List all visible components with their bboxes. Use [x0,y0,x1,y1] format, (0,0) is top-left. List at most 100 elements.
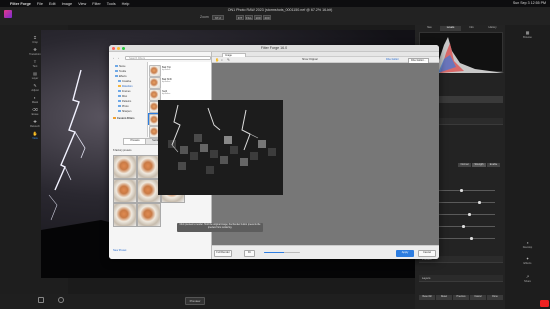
module-develop[interactable]: ◑ Develop [505,240,550,249]
tree-item-selected[interactable]: Distortion [118,85,133,88]
hand-tool-icon[interactable]: ✋ [215,58,219,62]
zoom-100-button[interactable]: 100 [254,14,262,20]
filter-editor-link[interactable]: Filter Editor [386,58,399,61]
menubar-clock: Sun Sep 3 12:55 PM [512,1,546,5]
eraser-icon: ⌫ [32,107,38,112]
slider-knob-4[interactable] [462,225,465,228]
crop-icon: ⌗ [33,35,37,40]
preset-thumbnail[interactable] [113,203,137,227]
video-logo-icon [540,300,549,307]
tree-item[interactable]: Sharpen [118,110,131,113]
menu-app-name[interactable]: Filter Forge [10,2,31,6]
menu-file[interactable]: File [37,2,43,6]
preset-thumbnail[interactable] [113,155,137,179]
tab-history[interactable]: History [482,26,503,31]
tree-item[interactable]: Stone [115,65,126,68]
on1-app-icon [4,10,12,18]
eyedropper-icon[interactable]: ✎ [227,58,230,62]
compare-icon[interactable] [38,297,44,303]
panel-bottom-buttons: Reset All Reset Previous Cancel Done [419,295,503,300]
module-effects[interactable]: ✦ Effects [505,256,550,265]
panel-tabs: Nav Levels Info History [419,26,503,31]
zoom-fit-dropdown[interactable]: Fit [244,250,255,257]
hand-icon: ✋ [32,131,38,136]
tree-item[interactable]: Patterns [118,100,131,103]
tree-item[interactable]: Textile [115,70,126,73]
module-rail [505,25,550,309]
menu-image[interactable]: Image [62,2,73,6]
close-window-icon[interactable] [112,47,115,50]
render-mode-button[interactable]: Full Render [214,250,232,257]
slider-track-5[interactable] [430,238,495,239]
preset-thumbnail[interactable] [113,179,137,203]
filter-search-input[interactable]: Search Filters [125,56,211,60]
reset-all-button[interactable]: Reset All [419,295,435,300]
presets-count-label: 8 factory presets [113,149,132,152]
done-button[interactable]: Done [487,295,503,300]
preview-info-note: Click preview to render. Hold the origin… [177,223,263,232]
preview-button[interactable]: Preview [185,297,205,305]
apply-button[interactable]: Apply [396,250,414,257]
filter-preview-image[interactable] [158,100,283,195]
text-icon: T [33,59,37,64]
slider-track-2[interactable] [430,202,495,203]
slider-track-1[interactable] [430,190,495,191]
zoom-200-button[interactable]: 200 [263,14,271,20]
blend-mode-normal[interactable]: Normal [458,163,471,167]
minimize-window-icon[interactable] [117,47,120,50]
strength-button[interactable]: Strength [472,163,486,167]
layers-section-header[interactable]: Layers [419,275,503,282]
show-original-button[interactable]: Show Original [302,58,318,61]
brush-icon: ✎ [33,83,37,88]
filterforge-title: Filter Forge 16.0 [260,46,288,50]
menu-tools[interactable]: Tools [107,2,116,6]
tab-nav[interactable]: Nav [419,26,440,31]
menu-edit[interactable]: Edit [49,2,56,6]
reset-button[interactable]: Reset [436,295,452,300]
filterforge-dialog: Filter Forge 16.0 ‹ › Search Filters Sto… [109,45,439,259]
new-preset-link[interactable]: New Preset [113,249,126,252]
dialog-bottom-bar: Full Render Fit Apply Cancel [212,245,439,259]
tree-item[interactable]: Photo [118,105,129,108]
module-share[interactable]: ↗ Share [505,274,550,283]
menu-bar: Filter Forge File Edit Image View Filter… [0,0,550,7]
tree-item[interactable]: Effects [115,75,127,78]
menu-view[interactable]: View [78,2,86,6]
zoom-fit-button[interactable]: FIT [236,14,244,20]
slider-knob-2[interactable] [478,201,481,204]
browse-icon: ▦ [525,30,530,35]
tab-levels[interactable]: Levels [440,26,461,31]
slider-knob-3[interactable] [468,213,471,216]
transform-icon: ✥ [33,47,37,52]
nav-forward-icon[interactable]: › [118,56,122,60]
zoom-tool-icon[interactable]: ⌕ [221,58,223,62]
mask-view-icon[interactable] [58,297,64,303]
menu-filter[interactable]: Filter [92,2,100,6]
cancel-button[interactable]: Cancel [418,250,436,257]
nav-back-icon[interactable]: ‹ [113,56,117,60]
zoom-window-icon[interactable] [122,47,125,50]
previous-button[interactable]: Previous [453,295,469,300]
tree-custom-filters[interactable]: Custom Filters [113,117,135,120]
preset-thumbnail[interactable] [137,203,161,227]
cancel-panel-button[interactable]: Cancel [470,295,486,300]
effects-icon: ✦ [525,256,530,261]
zoom-fill-button[interactable]: FILL [245,14,253,20]
tree-item[interactable]: Misc [118,95,127,98]
zoom-label: Zoom [200,15,209,19]
filter-author: by Author [162,81,171,83]
filter-thumbnail[interactable] [149,77,161,89]
enable-button[interactable]: Enable [487,163,500,167]
tree-item[interactable]: Frames [118,90,130,93]
tab-info[interactable]: Info [461,26,482,31]
slider-knob-5[interactable] [470,237,473,240]
slider-knob-1[interactable] [460,189,463,192]
filter-thumbnail[interactable] [149,65,161,77]
tree-item[interactable]: Creative [118,80,131,83]
module-browse[interactable]: ▦ Browse [505,30,550,39]
menu-help[interactable]: Help [122,2,130,6]
tab-presets[interactable]: Presets [123,138,147,145]
slider-track-3[interactable] [430,214,495,215]
zoom-input[interactable]: 67.2 [212,14,224,20]
retouch-icon: ✚ [33,119,37,124]
